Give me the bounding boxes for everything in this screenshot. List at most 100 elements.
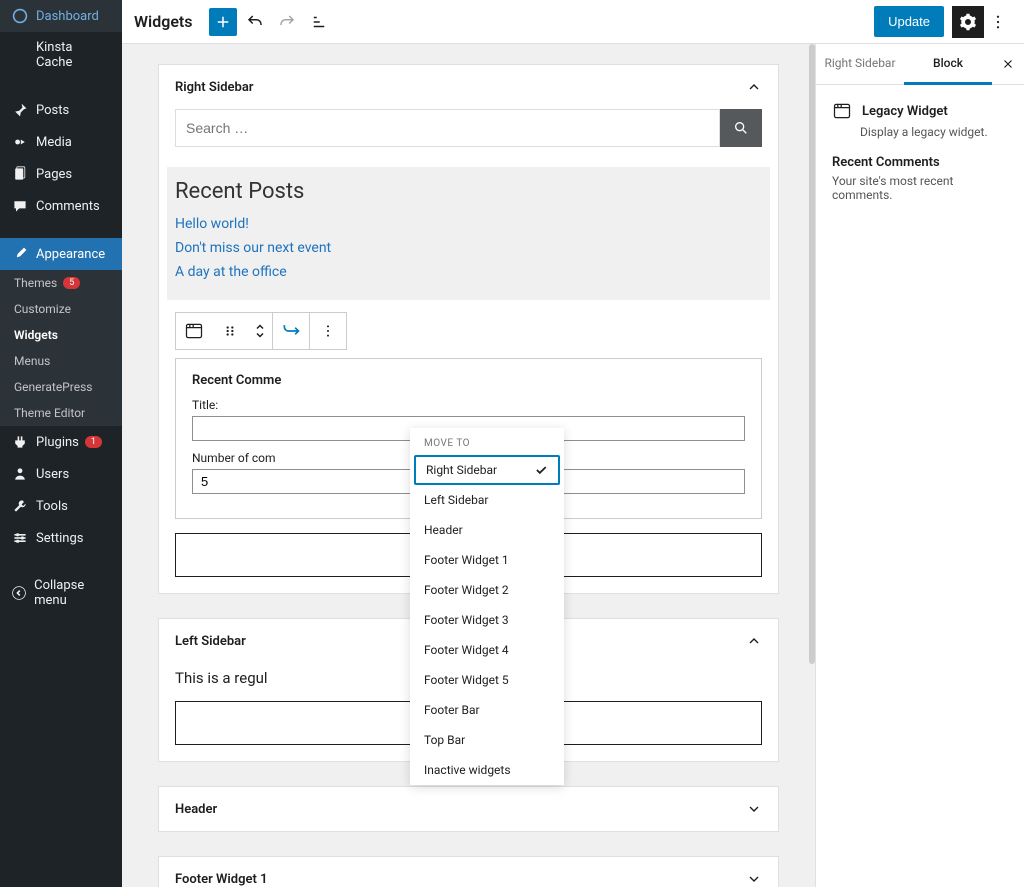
post-link[interactable]: A day at the office bbox=[175, 264, 762, 280]
sidebar-label: Tools bbox=[36, 499, 68, 514]
chevron-up-icon bbox=[746, 79, 762, 95]
sidebar-label: Appearance bbox=[36, 247, 105, 262]
chevron-up-icon bbox=[746, 633, 762, 649]
add-block-button[interactable] bbox=[209, 8, 237, 36]
widget-area-footer1: Footer Widget 1 bbox=[158, 856, 779, 887]
widget-area-header: Header bbox=[158, 786, 779, 832]
title-label: Title: bbox=[192, 398, 745, 412]
close-inspector-button[interactable] bbox=[992, 44, 1024, 84]
sidebar-item-tools[interactable]: Tools bbox=[0, 490, 122, 522]
move-updown[interactable] bbox=[248, 313, 272, 349]
chevron-down-icon bbox=[746, 871, 762, 887]
sidebar-item-appearance[interactable]: Appearance bbox=[0, 238, 122, 270]
tool-icon bbox=[10, 498, 30, 514]
recent-posts-widget[interactable]: Recent Posts Hello world! Don't miss our… bbox=[167, 167, 770, 300]
calendar-icon bbox=[832, 101, 852, 121]
sidebar-item-posts[interactable]: Posts bbox=[0, 94, 122, 126]
settings-icon bbox=[10, 530, 30, 546]
move-option-footer1[interactable]: Footer Widget 1 bbox=[410, 545, 564, 575]
drag-handle[interactable] bbox=[212, 313, 248, 349]
settings-toggle-button[interactable] bbox=[952, 6, 984, 38]
area-title: Left Sidebar bbox=[175, 634, 246, 649]
block-more-button[interactable] bbox=[310, 313, 346, 349]
sub-label: Customize bbox=[14, 302, 71, 316]
sidebar-sub-generatepress[interactable]: GeneratePress bbox=[0, 374, 122, 400]
editor-topbar: Widgets Update bbox=[122, 0, 1024, 44]
move-option-inactive[interactable]: Inactive widgets bbox=[410, 755, 564, 785]
sidebar-item-collapse[interactable]: Collapse menu bbox=[0, 570, 122, 616]
sidebar-sub-customize[interactable]: Customize bbox=[0, 296, 122, 322]
block-inspector: Right Sidebar Block Legacy Widget Displa… bbox=[815, 44, 1024, 887]
area-title: Header bbox=[175, 802, 217, 817]
inspector-section-title: Recent Comments bbox=[832, 155, 1008, 170]
sidebar-item-media[interactable]: Media bbox=[0, 126, 122, 158]
tab-block[interactable]: Block bbox=[904, 44, 992, 85]
move-option-left-sidebar[interactable]: Left Sidebar bbox=[410, 485, 564, 515]
page-icon bbox=[10, 166, 30, 182]
move-option-footer4[interactable]: Footer Widget 4 bbox=[410, 635, 564, 665]
search-input[interactable] bbox=[175, 109, 720, 147]
sidebar-label: Settings bbox=[36, 531, 83, 546]
area-header[interactable]: Header bbox=[159, 787, 778, 831]
collapse-icon bbox=[10, 585, 28, 601]
inspector-desc: Display a legacy widget. bbox=[860, 125, 1008, 139]
search-button[interactable] bbox=[720, 109, 762, 147]
move-to-dropdown: MOVE TO Right Sidebar Left Sidebar Heade… bbox=[410, 428, 564, 785]
move-to-button[interactable] bbox=[273, 313, 309, 349]
sidebar-label: Posts bbox=[36, 103, 69, 118]
sidebar-label: Media bbox=[36, 135, 72, 150]
undo-button[interactable] bbox=[241, 8, 269, 36]
badge: 1 bbox=[85, 436, 102, 448]
search-widget bbox=[175, 109, 762, 147]
sidebar-item-kinsta[interactable]: Kinsta Cache bbox=[0, 32, 122, 78]
sub-label: Theme Editor bbox=[14, 406, 85, 420]
sidebar-item-settings[interactable]: Settings bbox=[0, 522, 122, 554]
scrollbar[interactable] bbox=[809, 44, 815, 664]
sidebar-item-dashboard[interactable]: Dashboard bbox=[0, 0, 122, 32]
sidebar-item-pages[interactable]: Pages bbox=[0, 158, 122, 190]
kinsta-icon bbox=[10, 47, 30, 63]
move-option-topbar[interactable]: Top Bar bbox=[410, 725, 564, 755]
sidebar-sub-theme-editor[interactable]: Theme Editor bbox=[0, 400, 122, 426]
post-link[interactable]: Don't miss our next event bbox=[175, 240, 762, 256]
move-option-footerbar[interactable]: Footer Bar bbox=[410, 695, 564, 725]
sidebar-submenu: Themes5 Customize Widgets Menus Generate… bbox=[0, 270, 122, 426]
list-view-button[interactable] bbox=[305, 8, 333, 36]
sidebar-sub-menus[interactable]: Menus bbox=[0, 348, 122, 374]
dropdown-header: MOVE TO bbox=[410, 428, 564, 455]
sidebar-label: Comments bbox=[36, 199, 100, 214]
sidebar-label: Users bbox=[36, 467, 69, 482]
block-toolbar bbox=[175, 312, 347, 350]
area-header[interactable]: Right Sidebar bbox=[159, 65, 778, 109]
widget-heading: Recent Posts bbox=[175, 179, 762, 204]
move-option-footer2[interactable]: Footer Widget 2 bbox=[410, 575, 564, 605]
media-icon bbox=[10, 134, 30, 150]
more-options-button[interactable] bbox=[984, 6, 1012, 38]
sidebar-item-users[interactable]: Users bbox=[0, 458, 122, 490]
post-link[interactable]: Hello world! bbox=[175, 216, 762, 232]
user-icon bbox=[10, 466, 30, 482]
sidebar-sub-widgets[interactable]: Widgets bbox=[0, 322, 122, 348]
sidebar-sub-themes[interactable]: Themes5 bbox=[0, 270, 122, 296]
dashboard-icon bbox=[10, 8, 30, 24]
move-option-footer5[interactable]: Footer Widget 5 bbox=[410, 665, 564, 695]
pin-icon bbox=[10, 102, 30, 118]
redo-button[interactable] bbox=[273, 8, 301, 36]
inspector-block-title: Legacy Widget bbox=[832, 101, 1008, 121]
sidebar-label: Collapse menu bbox=[34, 578, 112, 608]
area-title: Footer Widget 1 bbox=[175, 872, 268, 887]
move-option-header[interactable]: Header bbox=[410, 515, 564, 545]
tab-area[interactable]: Right Sidebar bbox=[816, 44, 904, 84]
page-title: Widgets bbox=[134, 12, 193, 31]
area-title: Right Sidebar bbox=[175, 80, 253, 95]
sub-label: Widgets bbox=[14, 328, 58, 342]
sidebar-item-comments[interactable]: Comments bbox=[0, 190, 122, 222]
sidebar-item-plugins[interactable]: Plugins1 bbox=[0, 426, 122, 458]
chevron-down-icon bbox=[746, 801, 762, 817]
move-option-right-sidebar[interactable]: Right Sidebar bbox=[414, 455, 560, 485]
area-header[interactable]: Footer Widget 1 bbox=[159, 857, 778, 887]
brush-icon bbox=[10, 246, 30, 262]
update-button[interactable]: Update bbox=[874, 6, 944, 37]
block-type-icon[interactable] bbox=[176, 313, 212, 349]
move-option-footer3[interactable]: Footer Widget 3 bbox=[410, 605, 564, 635]
